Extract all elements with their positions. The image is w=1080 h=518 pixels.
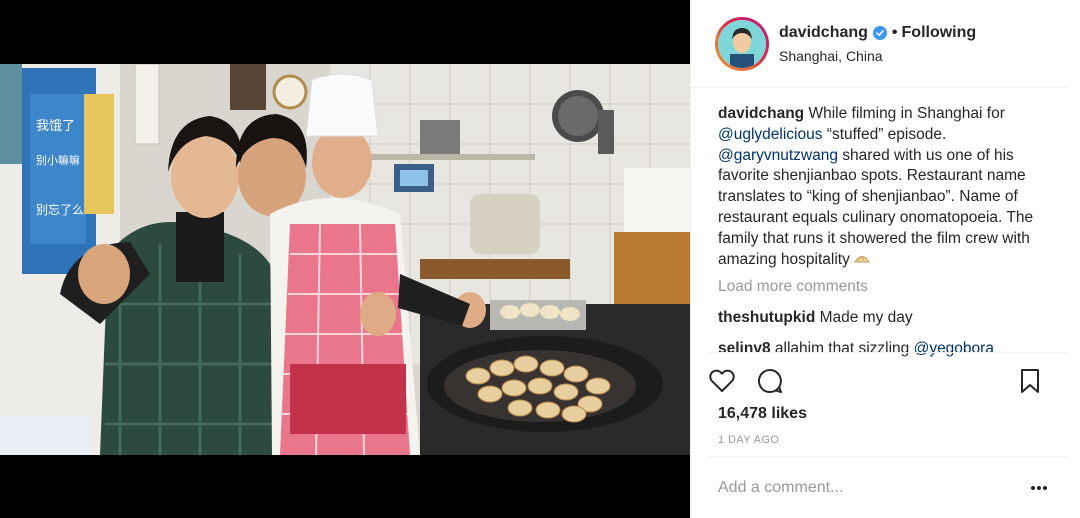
bookmark-icon[interactable]	[1016, 367, 1044, 395]
caption-username[interactable]: davidchang	[718, 105, 804, 122]
comment-item: theshutupkid Made my day	[718, 308, 1048, 329]
author-avatar[interactable]	[715, 16, 769, 71]
heart-icon[interactable]	[708, 367, 736, 395]
post-location[interactable]: Shanghai, China	[779, 48, 976, 64]
comments-section: davidchang While filming in Shanghai for…	[718, 104, 1048, 357]
comment-bubble-icon[interactable]	[756, 367, 784, 395]
post-media[interactable]: 我饿了 别小嘛嘛 别忘了么	[0, 0, 690, 518]
caption-text-2: “stuffed” episode.	[822, 125, 947, 143]
poster-sign-2: 别小嘛嘛	[36, 153, 80, 167]
mention-link-2[interactable]: @garyvnutzwang	[718, 147, 838, 164]
avatar-illustration	[718, 19, 766, 68]
more-options-icon[interactable]	[1030, 483, 1048, 493]
caption-text-3: shared with us one of his favorite shenj…	[718, 146, 1034, 268]
action-bar	[708, 352, 1068, 408]
mention-link-1[interactable]: @uglydelicious	[718, 126, 822, 143]
post-header: davidchang • Following Shanghai, China	[691, 0, 1068, 88]
poster-sign-1: 我饿了	[36, 119, 75, 134]
post-timestamp[interactable]: 1 DAY AGO	[718, 434, 779, 446]
comment-username[interactable]: theshutupkid	[718, 309, 815, 326]
author-username[interactable]: davidchang	[779, 24, 868, 42]
add-comment-bar	[708, 456, 1068, 518]
poster-sign-3: 别忘了么	[36, 202, 84, 217]
add-comment-input[interactable]	[718, 479, 1008, 497]
header-text: davidchang • Following Shanghai, China	[779, 24, 976, 64]
header-row: davidchang • Following	[779, 24, 976, 42]
following-button[interactable]: Following	[902, 24, 977, 42]
photo-illustration: 我饿了 别小嘛嘛 别忘了么	[0, 64, 690, 455]
verified-badge-icon	[872, 25, 887, 40]
instagram-post: 我饿了 别小嘛嘛 别忘了么 davidchang • Following Sha…	[0, 0, 1080, 518]
post-photo[interactable]: 我饿了 别小嘛嘛 别忘了么	[0, 64, 690, 455]
comment-text: Made my day	[819, 309, 913, 327]
post-details-panel: davidchang • Following Shanghai, China d…	[690, 0, 1080, 518]
header-separator: •	[891, 23, 898, 41]
likes-count[interactable]: 16,478 likes	[718, 405, 807, 423]
load-more-comments-button[interactable]: Load more comments	[718, 277, 1048, 298]
dumpling-emoji-icon	[854, 255, 871, 263]
caption-text-1: While filming in Shanghai for	[808, 105, 1005, 122]
post-caption: davidchang While filming in Shanghai for…	[718, 104, 1048, 270]
avatar-image	[718, 19, 766, 68]
